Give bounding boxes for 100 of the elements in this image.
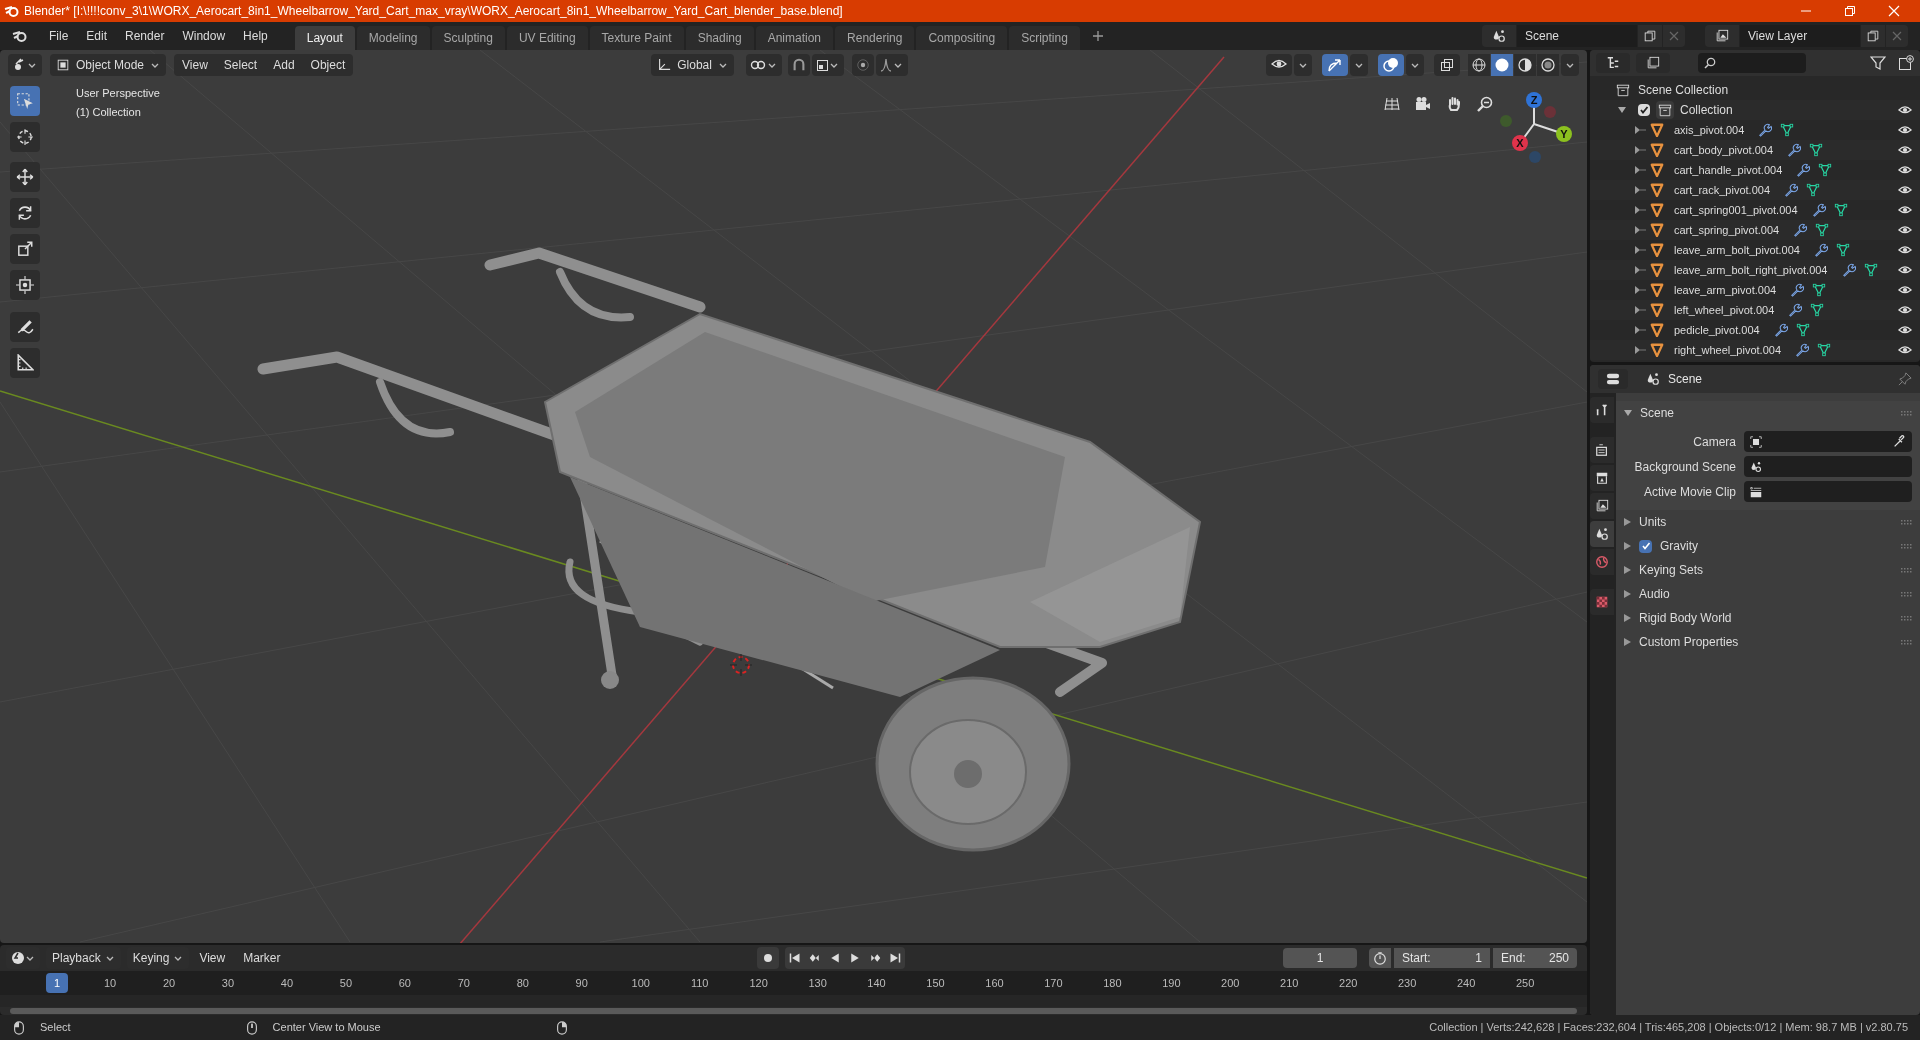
wrench-icon[interactable] xyxy=(1773,323,1788,337)
scene-selector-button[interactable] xyxy=(1482,25,1516,47)
panel-title[interactable]: Units xyxy=(1639,513,1667,531)
wrench-icon[interactable] xyxy=(1758,123,1773,137)
menu-item[interactable]: Help xyxy=(234,25,277,47)
close-icon[interactable] xyxy=(1663,25,1685,47)
measure-tool-icon[interactable] xyxy=(10,348,40,378)
menu-item[interactable]: Select xyxy=(215,54,266,76)
close-icon[interactable] xyxy=(1888,5,1900,17)
expand-arrow-icon[interactable] xyxy=(1634,346,1646,354)
panel-title[interactable]: Audio xyxy=(1639,585,1670,603)
overlay-toggle[interactable] xyxy=(1378,54,1404,76)
texture-tab-icon[interactable] xyxy=(1590,589,1614,615)
expand-arrow-icon[interactable] xyxy=(1618,106,1626,114)
expand-arrow-icon[interactable] xyxy=(1634,326,1646,334)
editor-type-dropdown[interactable] xyxy=(1598,369,1628,389)
menu-item[interactable]: Render xyxy=(116,25,174,47)
editor-type-dropdown[interactable] xyxy=(8,54,42,76)
view-layer-selector-button[interactable] xyxy=(1705,25,1739,47)
menu-item[interactable]: View xyxy=(191,947,234,969)
outliner-item[interactable]: right_wheel_pivot.004 xyxy=(1674,341,1782,359)
menu-item[interactable]: View xyxy=(174,54,216,76)
workspace-tab[interactable]: Layout xyxy=(294,26,355,50)
outliner-item[interactable]: pedicle_pivot.004 xyxy=(1674,321,1760,339)
workspace-tab[interactable]: Modeling xyxy=(356,26,430,50)
blender-logo-icon[interactable] xyxy=(12,28,28,44)
solid-shading-button[interactable] xyxy=(1491,54,1513,76)
expand-arrow-icon[interactable] xyxy=(1624,590,1631,598)
stopwatch-icon[interactable] xyxy=(1369,948,1391,968)
expand-arrow-icon[interactable] xyxy=(1634,206,1646,214)
wrench-icon[interactable] xyxy=(1795,343,1810,357)
wrench-icon[interactable] xyxy=(1784,183,1798,197)
outliner-item[interactable]: cart_spring001_pivot.004 xyxy=(1674,201,1798,219)
expand-arrow-icon[interactable] xyxy=(1624,518,1631,526)
mesh-data-icon[interactable] xyxy=(1780,123,1795,137)
visibility-toggle[interactable] xyxy=(1266,54,1292,76)
outliner-item[interactable]: cart_body_pivot.004 xyxy=(1674,141,1774,159)
annotate-tool-icon[interactable] xyxy=(10,312,40,342)
wrench-icon[interactable] xyxy=(1788,303,1803,317)
record-button[interactable] xyxy=(756,947,779,969)
wireframe-shading-button[interactable] xyxy=(1468,54,1490,76)
mesh-data-icon[interactable] xyxy=(1795,323,1810,337)
menu-item[interactable]: Marker xyxy=(235,947,289,969)
clip-field[interactable] xyxy=(1744,481,1912,502)
current-frame-field[interactable]: 1 xyxy=(1283,948,1357,968)
start-frame-field[interactable]: Start: 1 xyxy=(1394,948,1490,968)
expand-arrow-icon[interactable] xyxy=(1624,542,1631,550)
caret-icon[interactable] xyxy=(1406,54,1424,76)
falloff-dropdown[interactable] xyxy=(875,54,908,76)
wrench-icon[interactable] xyxy=(1811,203,1826,217)
navigation-gizmo[interactable]: Z Y X xyxy=(1496,84,1580,180)
new-collection-icon[interactable] xyxy=(1898,55,1914,71)
close-icon[interactable] xyxy=(1886,25,1908,47)
caret-icon[interactable] xyxy=(1350,54,1368,76)
mesh-data-icon[interactable] xyxy=(1810,303,1825,317)
expand-arrow-icon[interactable] xyxy=(1634,286,1646,294)
workspace-tab[interactable]: Rendering xyxy=(835,26,915,50)
scrollbar[interactable] xyxy=(10,1008,1577,1014)
expand-arrow-icon[interactable] xyxy=(1624,638,1631,646)
output-tab-icon[interactable] xyxy=(1590,465,1614,491)
outliner-item[interactable]: cart_handle_pivot.004 xyxy=(1674,161,1783,179)
expand-arrow-icon[interactable] xyxy=(1634,146,1646,154)
outliner-item[interactable]: Collection xyxy=(1680,101,1733,119)
tool-tab-icon[interactable] xyxy=(1590,397,1614,423)
menu-item[interactable]: File xyxy=(40,25,78,47)
copy-icon[interactable] xyxy=(1861,25,1885,47)
expand-arrow-icon[interactable] xyxy=(1634,186,1646,194)
wrench-icon[interactable] xyxy=(1790,283,1805,297)
material-shading-button[interactable] xyxy=(1514,54,1536,76)
mesh-data-icon[interactable] xyxy=(1836,243,1850,257)
expand-arrow-icon[interactable] xyxy=(1634,306,1646,314)
workspace-tab[interactable]: UV Editing xyxy=(506,26,588,50)
workspace-tab[interactable]: Animation xyxy=(755,26,834,50)
workspace-tab[interactable]: Sculpting xyxy=(431,26,505,50)
pivot-dropdown[interactable] xyxy=(745,54,782,76)
mesh-data-icon[interactable] xyxy=(1818,163,1833,177)
outliner-item[interactable]: leave_arm_pivot.004 xyxy=(1674,281,1777,299)
transform-orientation-dropdown[interactable]: Global xyxy=(651,54,734,76)
workspace-tab[interactable]: Compositing xyxy=(916,26,1008,50)
scale-tool-icon[interactable] xyxy=(10,234,40,264)
copy-icon[interactable] xyxy=(1638,25,1662,47)
expand-arrow-icon[interactable] xyxy=(1634,166,1646,174)
restore-icon[interactable] xyxy=(1844,5,1856,17)
playhead-frame-indicator[interactable]: 1 xyxy=(46,973,68,993)
checkbox[interactable] xyxy=(1639,539,1652,553)
mesh-data-icon[interactable] xyxy=(1863,263,1878,277)
mesh-data-icon[interactable] xyxy=(1833,203,1848,217)
outliner-item[interactable]: axis_pivot.004 xyxy=(1674,121,1745,139)
drag-handle-icon[interactable] xyxy=(1901,567,1912,573)
workspace-tab[interactable]: Shading xyxy=(685,26,754,50)
menu-item[interactable]: Edit xyxy=(77,25,117,47)
add-workspace-icon[interactable] xyxy=(1091,30,1104,42)
outliner-item[interactable]: cart_spring_pivot.004 xyxy=(1674,221,1780,239)
drag-handle-icon[interactable] xyxy=(1901,591,1912,597)
rotate-tool-icon[interactable] xyxy=(10,198,40,228)
drag-handle-icon[interactable] xyxy=(1901,543,1912,549)
snap-icon[interactable] xyxy=(787,54,810,76)
workspace-tab[interactable]: Scripting xyxy=(1009,26,1080,50)
panel-title[interactable]: Gravity xyxy=(1660,537,1698,555)
menu-item[interactable]: Window xyxy=(173,25,235,47)
